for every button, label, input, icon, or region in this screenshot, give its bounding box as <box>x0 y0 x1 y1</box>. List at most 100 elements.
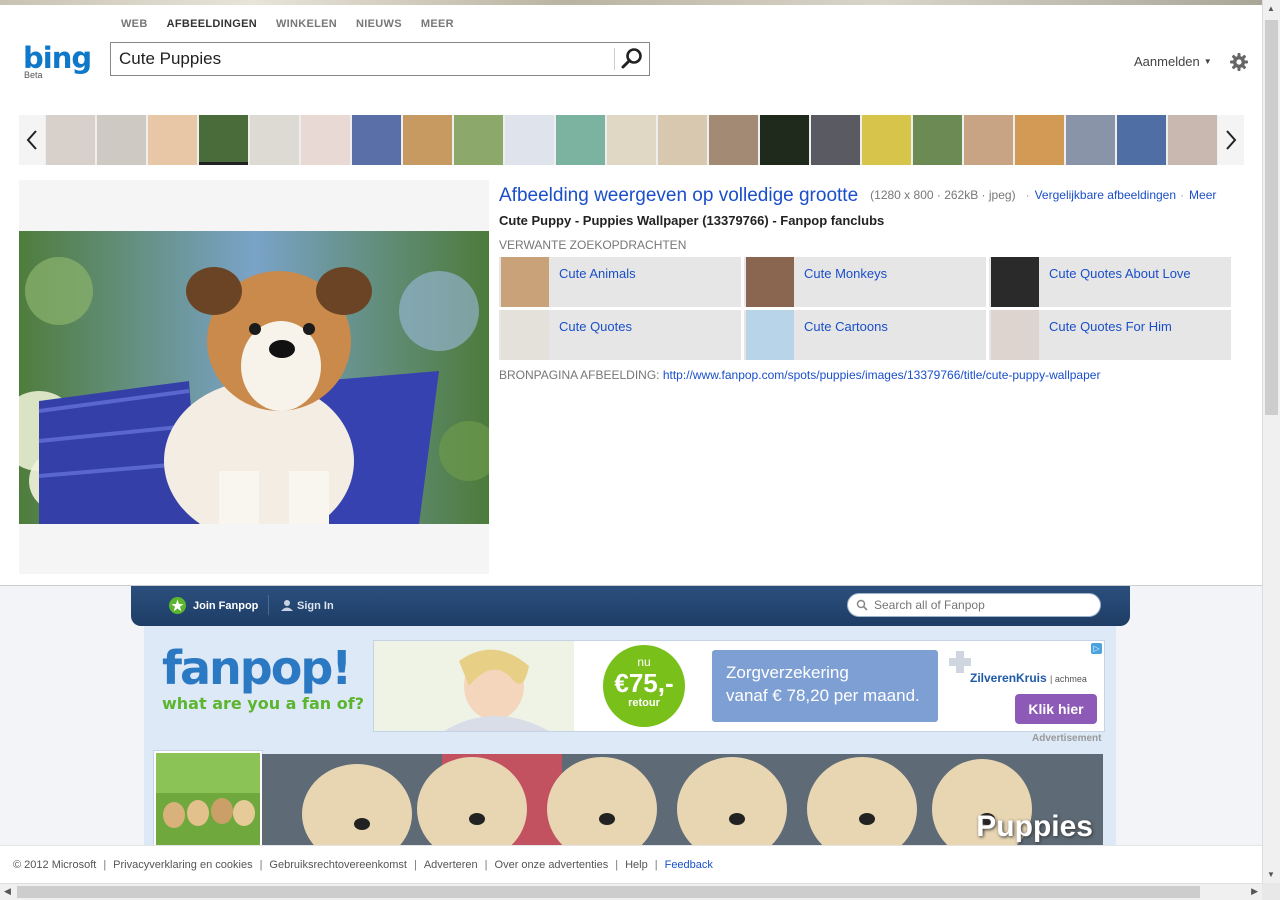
scope-news[interactable]: NIEUWS <box>356 18 402 30</box>
related-search-item[interactable]: Cute Monkeys <box>744 257 986 307</box>
filmstrip-thumbnail[interactable] <box>250 115 299 165</box>
adchoices-icon[interactable]: ▷ <box>1091 643 1102 654</box>
footer-link-feedback[interactable]: Feedback <box>665 859 713 871</box>
ad-text-box: Zorgverzekering vanaf € 78,20 per maand. <box>712 650 938 722</box>
related-search-item[interactable]: Cute Quotes About Love <box>989 257 1231 307</box>
more-link[interactable]: Meer <box>1189 188 1216 202</box>
search-icon <box>621 48 642 69</box>
footer-separator: | <box>654 859 658 871</box>
filmstrip-thumbnail[interactable] <box>1015 115 1064 165</box>
filmstrip-thumbnail[interactable] <box>199 115 248 165</box>
vertical-scroll-thumb[interactable] <box>1265 20 1278 415</box>
footer-link-help[interactable]: Help <box>625 859 648 871</box>
filmstrip-thumbnail[interactable] <box>505 115 554 165</box>
scope-more[interactable]: MEER <box>421 18 454 30</box>
ad-photo <box>374 641 574 731</box>
filmstrip-thumbnail[interactable] <box>403 115 452 165</box>
related-search-item[interactable]: Cute Quotes <box>499 310 741 360</box>
filmstrip-thumbnail[interactable] <box>352 115 401 165</box>
scope-shopping[interactable]: WINKELEN <box>276 18 337 30</box>
footer-link-privacy[interactable]: Privacyverklaring en cookies <box>113 859 252 871</box>
signin-menu[interactable]: Aanmelden ▼ <box>1134 54 1212 69</box>
fanpop-topbar: Join Fanpop Sign In <box>131 586 1130 626</box>
ad-badge-prefix: nu <box>637 655 651 669</box>
fanpop-signin-label: Sign In <box>297 600 334 612</box>
footer-link-about-ads[interactable]: Over onze advertenties <box>495 859 609 871</box>
fanpop-signin-button[interactable]: Sign In <box>281 599 334 612</box>
ad-price-badge: nu €75,- retour <box>603 645 685 727</box>
search-input[interactable] <box>111 43 627 75</box>
filmstrip-thumbnail[interactable] <box>862 115 911 165</box>
footer-link-terms[interactable]: Gebruiksrechtovereenkomst <box>269 859 407 871</box>
filmstrip-thumbnail[interactable] <box>760 115 809 165</box>
filmstrip-thumbnail[interactable] <box>658 115 707 165</box>
fanpop-search-input[interactable] <box>872 597 1096 613</box>
filmstrip-thumbnail[interactable] <box>1066 115 1115 165</box>
source-url-link[interactable]: http://www.fanpop.com/spots/puppies/imag… <box>663 368 1101 382</box>
chevron-right-icon <box>1226 130 1237 150</box>
scroll-left-icon[interactable]: ◀ <box>4 886 11 897</box>
related-thumbnail <box>991 257 1039 307</box>
filmstrip-thumbnail[interactable] <box>964 115 1013 165</box>
scope-images[interactable]: AFBEELDINGEN <box>167 18 257 30</box>
ad-badge-suffix: retour <box>628 697 660 709</box>
filmstrip-thumbnail[interactable] <box>556 115 605 165</box>
related-search-label: Cute Quotes For Him <box>1049 319 1172 334</box>
filmstrip-thumbnail[interactable] <box>1168 115 1217 165</box>
preview-image[interactable] <box>19 231 489 524</box>
related-search-label: Cute Cartoons <box>804 319 888 334</box>
scope-web[interactable]: WEB <box>121 18 148 30</box>
related-search-item[interactable]: Cute Quotes For Him <box>989 310 1231 360</box>
related-search-item[interactable]: Cute Animals <box>499 257 741 307</box>
filmstrip-thumbnail[interactable] <box>913 115 962 165</box>
search-button[interactable] <box>619 46 645 72</box>
join-fanpop-button[interactable]: Join Fanpop <box>169 597 258 614</box>
search-icon <box>856 599 868 611</box>
club-icon-image <box>156 753 260 845</box>
full-size-link[interactable]: Afbeelding weergeven op volledige groott… <box>499 185 858 206</box>
scroll-up-icon[interactable]: ▲ <box>1267 4 1275 13</box>
filmstrip-prev-button[interactable] <box>19 115 45 165</box>
header-image-strip <box>0 0 1262 5</box>
ad-cta-button[interactable]: Klik hier <box>1015 694 1097 724</box>
filmstrip-thumbnail[interactable] <box>301 115 350 165</box>
link-separator: · <box>1180 188 1185 202</box>
scroll-right-icon[interactable]: ▶ <box>1251 886 1258 897</box>
filmstrip-thumbnail[interactable] <box>97 115 146 165</box>
source-page-title[interactable]: Cute Puppy - Puppies Wallpaper (13379766… <box>499 213 1259 228</box>
related-thumbnail <box>746 310 794 360</box>
beta-label: Beta <box>24 70 43 80</box>
footer-link-advertise[interactable]: Adverteren <box>424 859 478 871</box>
meta-separator: · <box>1025 188 1030 202</box>
similar-images-link[interactable]: Vergelijkbare afbeeldingen <box>1035 188 1176 202</box>
club-banner[interactable]: Puppies <box>262 754 1103 845</box>
related-search-label: Cute Quotes <box>559 319 632 334</box>
image-info-panel: Afbeelding weergeven op volledige groott… <box>499 185 1259 382</box>
vertical-scrollbar[interactable]: ▲ ▼ <box>1262 0 1280 883</box>
scroll-down-icon[interactable]: ▼ <box>1267 870 1275 879</box>
filmstrip-thumbnail[interactable] <box>1117 115 1166 165</box>
filmstrip-thumbnail[interactable] <box>148 115 197 165</box>
horizontal-scrollbar[interactable]: ◀ ▶ <box>0 883 1262 900</box>
settings-button[interactable] <box>1229 52 1249 72</box>
ad-brand-sub: | achmea <box>1050 674 1087 684</box>
footer-copyright: © 2012 Microsoft <box>13 859 97 871</box>
bing-logo[interactable]: bing Beta <box>23 43 103 83</box>
filmstrip-thumbnail[interactable] <box>607 115 656 165</box>
filmstrip-thumbnail[interactable] <box>46 115 95 165</box>
fanpop-logo-text: fanpop! <box>162 641 352 695</box>
page-footer: © 2012 Microsoft | Privacyverklaring en co… <box>0 845 1262 884</box>
horizontal-scroll-thumb[interactable] <box>17 886 1200 898</box>
footer-separator: | <box>103 859 107 871</box>
advertisement-banner[interactable]: nu €75,- retour Zorgverzekering vanaf € … <box>373 640 1105 732</box>
filmstrip-thumbnail[interactable] <box>709 115 758 165</box>
fanpop-logo[interactable]: fanpop! what are you a fan of? <box>162 644 364 713</box>
filmstrip-thumbnail[interactable] <box>811 115 860 165</box>
info-title-row: Afbeelding weergeven op volledige groott… <box>499 185 1259 207</box>
club-icon[interactable] <box>154 751 262 845</box>
banner-title: Puppies <box>976 810 1093 843</box>
filmstrip-next-button[interactable] <box>1218 115 1244 165</box>
image-filmstrip <box>19 115 1244 165</box>
filmstrip-thumbnail[interactable] <box>454 115 503 165</box>
related-search-item[interactable]: Cute Cartoons <box>744 310 986 360</box>
